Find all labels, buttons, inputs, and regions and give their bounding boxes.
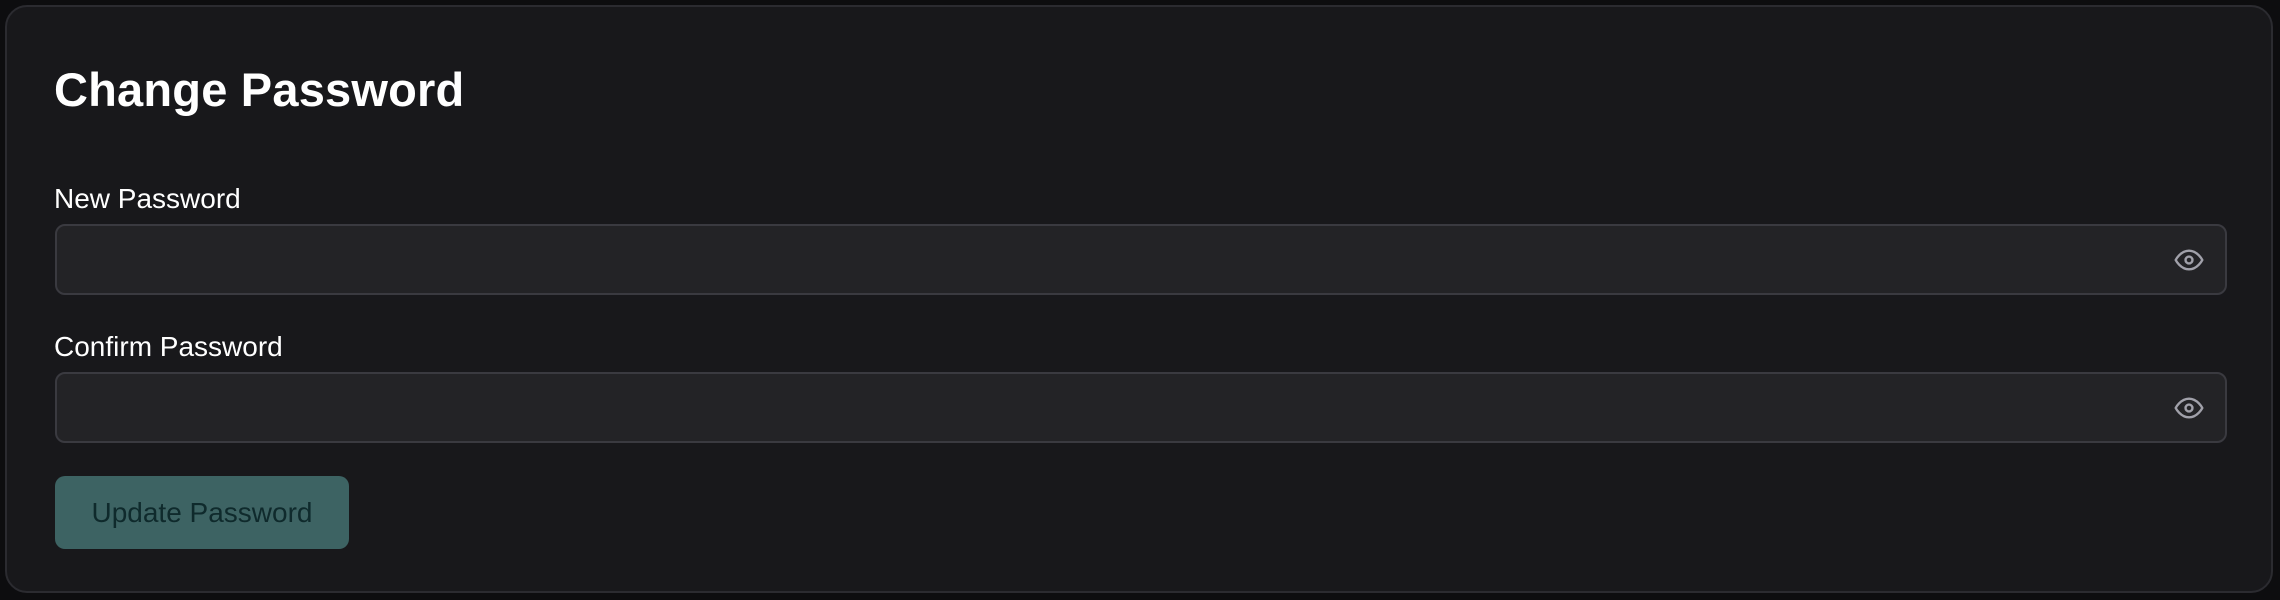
page-title: Change Password <box>54 63 465 116</box>
change-password-card: Change Password New Password Confirm Pas… <box>5 5 2273 593</box>
show-confirm-password-toggle[interactable] <box>2169 388 2209 428</box>
show-new-password-toggle[interactable] <box>2169 240 2209 280</box>
new-password-field <box>55 224 2227 295</box>
new-password-label: New Password <box>54 183 241 214</box>
confirm-password-field <box>55 372 2227 443</box>
confirm-password-label: Confirm Password <box>54 331 283 362</box>
confirm-password-input[interactable] <box>57 374 2137 441</box>
update-password-button[interactable]: Update Password <box>55 476 349 549</box>
eye-icon <box>2174 396 2204 419</box>
new-password-input[interactable] <box>57 226 2137 293</box>
eye-icon <box>2174 248 2204 271</box>
